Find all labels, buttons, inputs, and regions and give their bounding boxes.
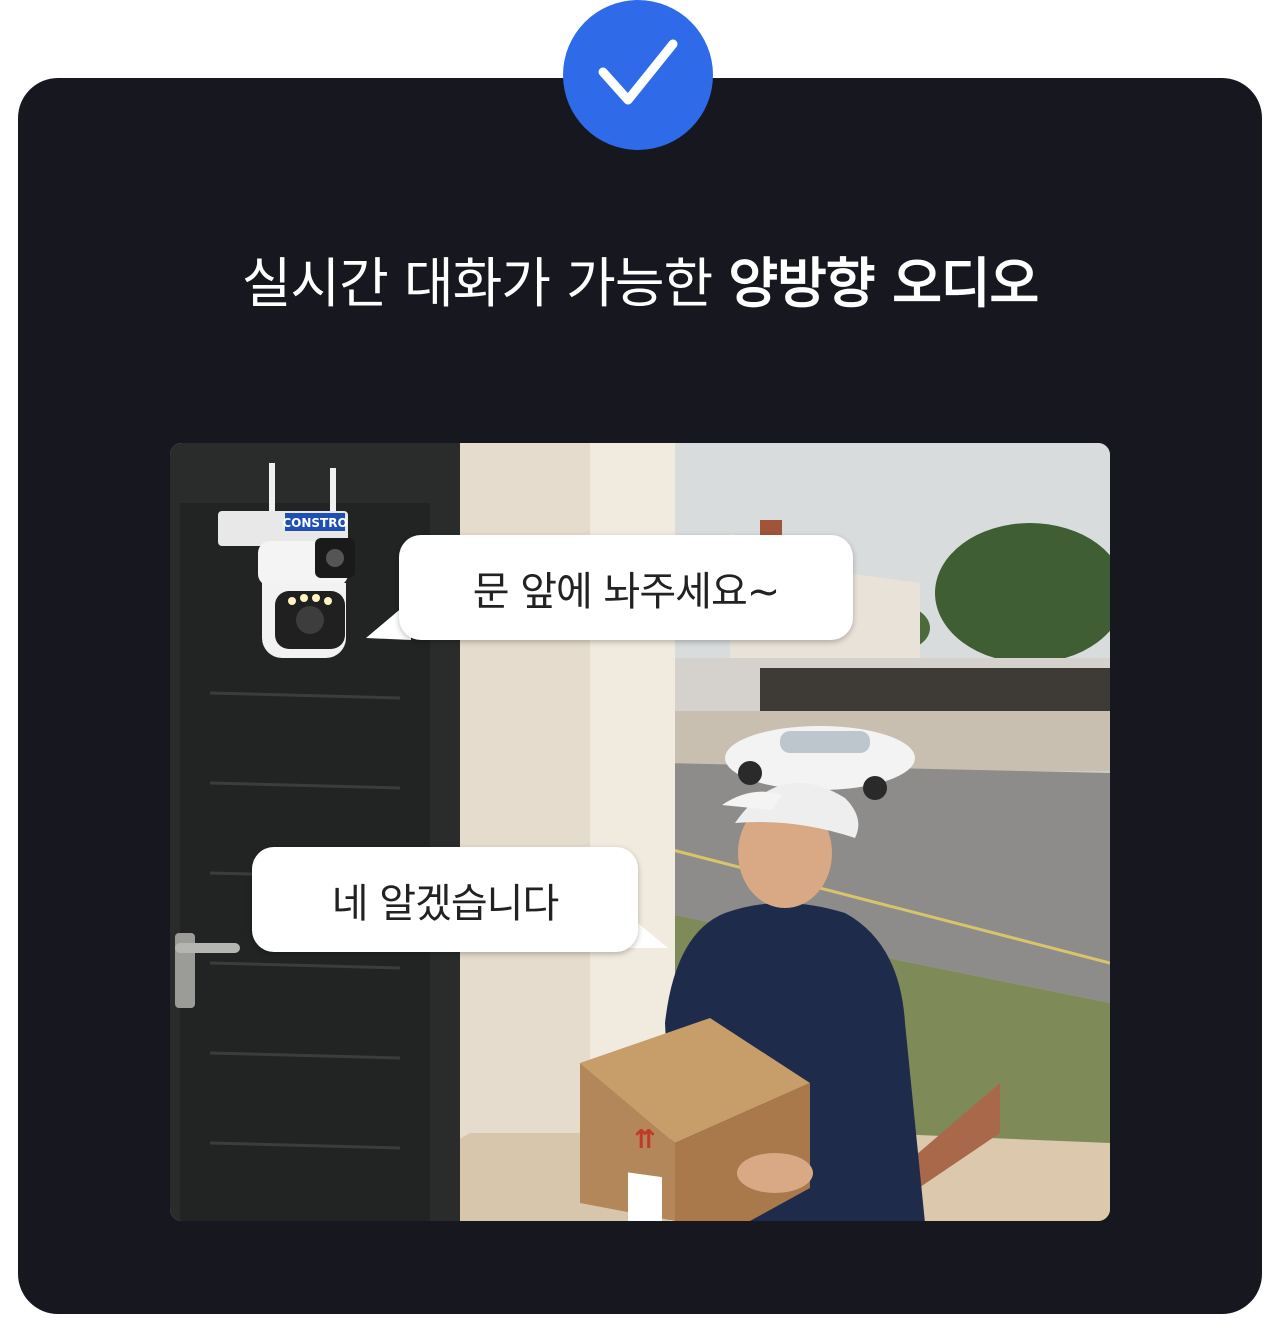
speech-bubble-camera: 문 앞에 놔주세요~ [399,535,853,640]
headline-bold: 양방향 오디오 [728,252,1039,315]
camera-brand-label: CONSTRO [282,516,347,530]
bubble-courier-text: 네 알겠습니다 [331,880,560,927]
check-badge [563,0,713,150]
check-icon [598,39,678,105]
bubble-camera-text: 문 앞에 놔주세요~ [472,568,781,615]
svg-text:⇈: ⇈ [634,1125,656,1155]
speech-bubble-courier: 네 알겠습니다 [252,847,638,952]
page-title: 실시간 대화가 가능한 양방향 오디오 [0,244,1280,324]
headline-regular: 실시간 대화가 가능한 [241,252,729,315]
